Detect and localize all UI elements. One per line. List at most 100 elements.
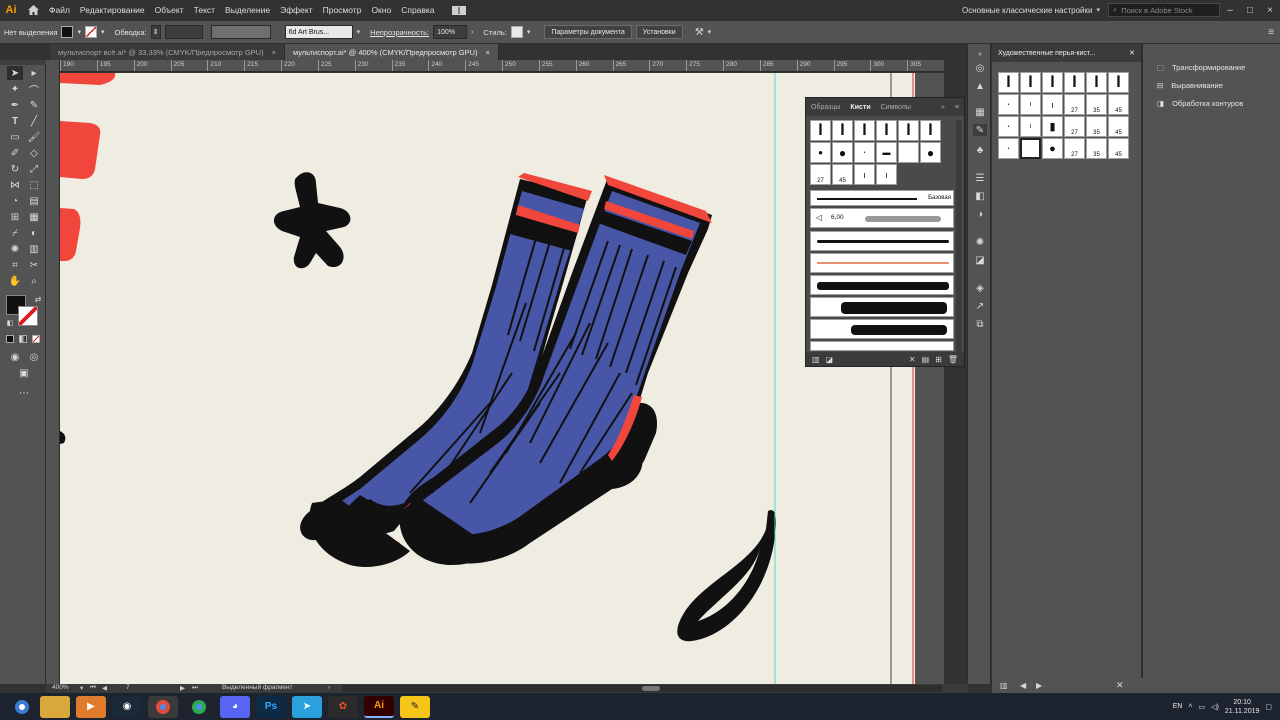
brush-calligraphic-row[interactable]: ◁ 6,00	[810, 208, 954, 228]
scale-icon[interactable]: ⤢	[26, 162, 42, 176]
artboards-icon[interactable]: ⧉	[973, 318, 987, 330]
stroke-color-box[interactable]	[18, 306, 38, 326]
art-brush-swatch-selected[interactable]	[1020, 138, 1041, 159]
art-brush-swatch[interactable]: 27	[1064, 116, 1085, 137]
artboard-number[interactable]: 7	[126, 684, 130, 691]
chevron-right-icon[interactable]: ›	[328, 684, 330, 691]
stroke-weight-stepper[interactable]: ⇕	[150, 25, 161, 39]
art-brush-swatch[interactable]: •	[998, 94, 1019, 115]
art-brush-swatch[interactable]: ꟾ	[1042, 72, 1063, 93]
transparency-icon[interactable]: ◑	[973, 208, 987, 220]
horizontal-ruler[interactable]: 190 195 200 205 210 215 220 225 230 235 240 245 250 2…	[60, 60, 944, 72]
brush-stroke-row[interactable]	[810, 341, 954, 351]
curvature-icon[interactable]: ✎	[26, 98, 42, 112]
perspective-icon[interactable]: ▤	[26, 194, 42, 208]
scrollbar-thumb[interactable]	[642, 686, 660, 691]
art-brush-swatch[interactable]: 45	[1108, 116, 1129, 137]
brushes-icon[interactable]: ✎	[973, 124, 987, 136]
menu-type[interactable]: Текст	[189, 5, 220, 15]
art-brush-swatch[interactable]: •	[998, 138, 1019, 159]
chevron-down-icon[interactable]: ▾	[1096, 6, 1100, 14]
figma-icon[interactable]: ✿	[328, 695, 358, 718]
gradient-mode-icon[interactable]	[19, 335, 27, 343]
more-tools-icon[interactable]: ⋯	[16, 386, 32, 400]
library-menu-icon[interactable]: ▥	[1000, 681, 1008, 690]
maximize-icon[interactable]: □	[1240, 5, 1260, 16]
document-setup-button[interactable]: Параметры документа	[544, 25, 632, 39]
brush-swatch[interactable]	[898, 142, 919, 163]
art-brush-swatch[interactable]: ▮	[1042, 116, 1063, 137]
notes-icon[interactable]: ✎	[400, 695, 430, 718]
blend-icon[interactable]: ◐	[26, 226, 42, 240]
chevron-down-icon[interactable]: ▾	[101, 28, 105, 36]
menu-select[interactable]: Выделение	[220, 5, 275, 15]
variable-width-dropdown[interactable]	[210, 25, 271, 39]
draw-inside-icon[interactable]: ◎	[26, 350, 42, 364]
new-brush-icon[interactable]: ⊞	[935, 355, 942, 364]
artwork[interactable]	[60, 73, 915, 684]
clock[interactable]: 20:10 21.11.2019	[1225, 698, 1260, 716]
draw-mode-icon[interactable]: ◉	[7, 350, 23, 364]
steam-icon[interactable]: ◉	[112, 695, 142, 718]
menu-file[interactable]: Файл	[44, 5, 75, 15]
brush-options-icon[interactable]: ▤	[922, 355, 930, 364]
notifications-icon[interactable]: ▢	[1265, 703, 1272, 711]
tab-swatches[interactable]: Образцы	[806, 104, 845, 111]
slice-icon[interactable]: ✂	[26, 258, 42, 272]
close-icon[interactable]: ×	[486, 48, 490, 57]
swap-colors-icon[interactable]: ⇄	[30, 292, 46, 306]
width-tool-icon[interactable]: ⋈	[7, 178, 23, 192]
close-icon[interactable]: ×	[272, 48, 276, 57]
brush-swatch[interactable]: ı	[854, 164, 875, 185]
brush-basic-row[interactable]: Базовая	[810, 190, 954, 206]
opacity-field[interactable]: 100%	[433, 25, 468, 39]
chevron-down-icon[interactable]: ▾	[527, 28, 531, 36]
brush-stroke-row[interactable]	[810, 253, 954, 273]
chevron-down-icon[interactable]: ▾	[357, 28, 361, 36]
gradient-icon[interactable]: ▦	[26, 210, 42, 224]
illustrator-icon[interactable]: Ai	[364, 695, 394, 718]
vertical-ruler[interactable]	[46, 60, 60, 684]
brush-swatch[interactable]: 27	[810, 164, 831, 185]
art-brush-swatch[interactable]: 35	[1086, 94, 1107, 115]
art-brush-swatch[interactable]: ●	[1042, 138, 1063, 159]
art-brush-swatch[interactable]: 27	[1064, 94, 1085, 115]
app-logo[interactable]: Ai	[0, 0, 22, 20]
menu-view[interactable]: Просмотр	[318, 5, 367, 15]
language-indicator[interactable]: EN	[1173, 703, 1183, 710]
symbols-icon[interactable]: ♣	[973, 144, 987, 156]
brush-swatch[interactable]: ꟾ	[920, 120, 941, 141]
brush-swatch[interactable]: ꟾ	[854, 120, 875, 141]
workspace-switcher[interactable]: Основные классические настройки	[962, 6, 1092, 15]
symbol-sprayer-icon[interactable]: ✺	[7, 242, 23, 256]
graph-tool-icon[interactable]: ▥	[26, 242, 42, 256]
graphic-styles-icon[interactable]: ◪	[973, 254, 987, 266]
brush-stroke-row[interactable]	[810, 297, 954, 317]
art-brush-swatch[interactable]: 27	[1064, 138, 1085, 159]
brush-stroke-row[interactable]	[810, 231, 954, 251]
chevron-down-icon[interactable]: ▾	[77, 28, 81, 36]
pathfinder-panel-item[interactable]: ◨ Обработка контуров	[1143, 94, 1280, 112]
home-icon[interactable]	[22, 0, 44, 20]
network-icon[interactable]: ▭	[1199, 703, 1206, 711]
close-icon[interactable]: ✕	[1129, 49, 1135, 57]
stock-search-input[interactable]: ⌕ Поиск в Adobe Stock	[1108, 3, 1220, 17]
tab-symbols[interactable]: Символы	[876, 104, 916, 111]
brush-definition-dropdown[interactable]: 6d Art Brus...	[284, 25, 353, 39]
art-brush-swatch[interactable]: •	[998, 116, 1019, 137]
next-artboard-icon[interactable]: ▶	[180, 684, 185, 692]
pen-tool-icon[interactable]: ✒	[7, 98, 23, 112]
close-library-icon[interactable]: ✕	[1116, 680, 1124, 691]
status-info[interactable]: Выделенный фрагмент	[222, 684, 293, 691]
toolbar-grip[interactable]	[0, 60, 46, 65]
tab-brushes[interactable]: Кисти	[845, 104, 875, 111]
art-brush-swatch[interactable]: ꟾ	[1108, 72, 1129, 93]
export-icon[interactable]: ↗	[973, 300, 987, 312]
art-brush-swatch[interactable]: ꟾ	[1020, 72, 1041, 93]
eyedropper-icon[interactable]: ⌿	[7, 226, 23, 240]
mesh-icon[interactable]: ⊞	[7, 210, 23, 224]
art-brush-swatch[interactable]: ı	[1020, 94, 1041, 115]
selection-tool-icon[interactable]: ➤	[7, 66, 23, 80]
brush-stroke-row[interactable]	[810, 275, 954, 295]
brush-scrollbar[interactable]	[956, 120, 962, 356]
